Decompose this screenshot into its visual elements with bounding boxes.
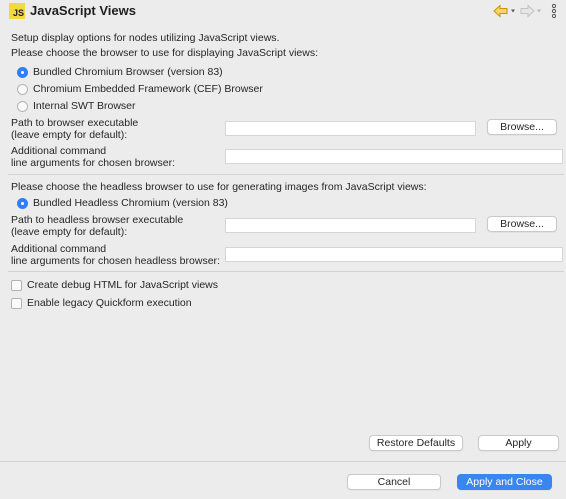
label-line: line arguments for chosen browser: [11,157,175,169]
label-line: line arguments for chosen headless brows… [11,255,220,267]
browser-section-label: Please choose the browser to use for dis… [11,47,318,59]
forward-button[interactable] [520,3,544,19]
back-button[interactable] [493,3,517,19]
radio-button[interactable] [17,83,28,95]
radio-label: Chromium Embedded Framework (CEF) Browse… [33,83,263,95]
back-arrow-icon [493,4,515,18]
checkbox-label: Create debug HTML for JavaScript views [27,279,219,291]
checkbox-label: Enable legacy Quickform execution [27,297,192,309]
page-header: JS JavaScript Views [0,0,566,26]
logo-text: JS [12,8,24,18]
label-line: Additional command [11,145,107,157]
radio-button[interactable] [17,100,28,112]
radio-label: Internal SWT Browser [33,100,136,112]
radio-cef-browser[interactable]: Chromium Embedded Framework (CEF) Browse… [17,83,263,95]
restore-defaults-button[interactable]: Restore Defaults [369,435,463,451]
label-line: Path to headless browser executable [11,214,184,226]
label-line: (leave empty for default): [11,129,128,141]
javascript-logo-icon: JS [9,3,25,19]
radio-bundled-headless-chromium[interactable]: Bundled Headless Chromium (version 83) [17,197,228,209]
radio-button[interactable] [17,197,28,209]
browser-args-input[interactable] [225,149,563,164]
checkbox-box[interactable] [11,297,22,309]
preferences-page: JS JavaScript Views Setup display option… [0,0,566,499]
cancel-button[interactable]: Cancel [347,474,441,490]
checkbox-box[interactable] [11,279,22,291]
radio-button[interactable] [17,66,28,78]
headless-path-input[interactable] [225,218,476,233]
headless-args-label: Additional command line arguments for ch… [11,243,220,267]
browser-path-input[interactable] [225,121,476,136]
label-line: (leave empty for default): [11,226,128,238]
browse-headless-button[interactable]: Browse... [487,216,557,232]
legacy-quickform-checkbox[interactable]: Enable legacy Quickform execution [11,297,192,309]
more-vertical-icon [551,3,557,19]
create-debug-html-checkbox[interactable]: Create debug HTML for JavaScript views [11,279,218,291]
section-divider [8,174,564,175]
apply-button[interactable]: Apply [478,435,559,451]
radio-bundled-chromium[interactable]: Bundled Chromium Browser (version 83) [17,66,223,78]
headless-args-input[interactable] [225,247,563,262]
browser-args-label: Additional command line arguments for ch… [11,145,175,169]
browse-browser-button[interactable]: Browse... [487,119,557,135]
headless-path-label: Path to headless browser executable (lea… [11,214,183,238]
radio-internal-swt[interactable]: Internal SWT Browser [17,100,136,112]
radio-label: Bundled Chromium Browser (version 83) [33,66,223,78]
label-line: Additional command [11,243,107,255]
forward-arrow-icon [520,4,541,18]
view-menu-button[interactable] [550,3,558,22]
browser-path-label: Path to browser executable (leave empty … [11,117,138,141]
radio-label: Bundled Headless Chromium (version 83) [33,197,228,209]
apply-and-close-button[interactable]: Apply and Close [457,474,552,490]
label-line: Path to browser executable [11,117,139,129]
section-divider [8,271,564,272]
footer-divider [0,461,566,462]
page-description: Setup display options for nodes utilizin… [11,32,280,44]
page-title: JavaScript Views [30,3,136,18]
headless-section-label: Please choose the headless browser to us… [11,181,427,193]
